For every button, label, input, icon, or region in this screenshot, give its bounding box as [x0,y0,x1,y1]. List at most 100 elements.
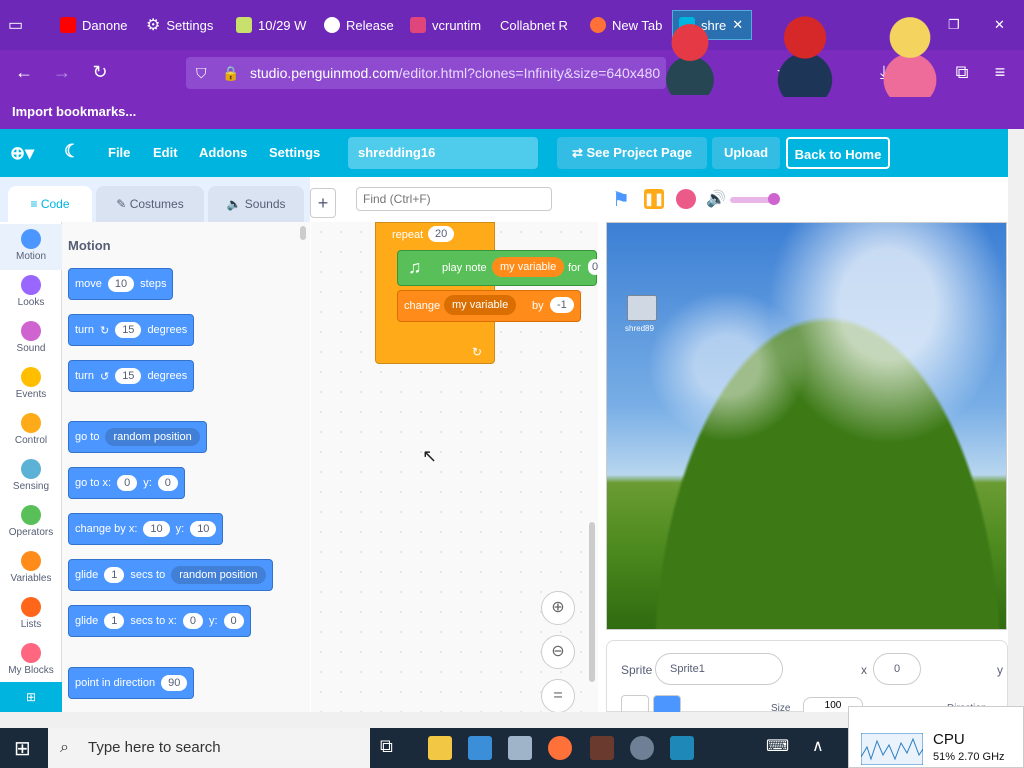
app-icon-3[interactable] [630,736,654,760]
control-dot-icon [21,413,41,433]
zoom-reset-button[interactable]: = [541,679,575,713]
upload-button[interactable]: Upload [712,137,780,169]
category-looks[interactable]: Looks [0,270,62,316]
block-go-to-xy[interactable]: go to x: 0 y: 0 [68,467,185,499]
restore-icon: ❐ [948,17,960,32]
category-lists[interactable]: Lists [0,592,62,638]
hide-sprite-toggle[interactable] [653,695,681,713]
tab-vcruntim[interactable]: vcruntim [410,10,482,40]
green-flag-button[interactable]: ⚑ [612,187,630,212]
play-note-block[interactable]: ♫ play note my variable for 0 [397,250,603,286]
zoom-out-button[interactable]: ⊖ [541,635,575,669]
windows-start-button[interactable]: ⊞ [14,736,31,761]
sensing-dot-icon [21,459,41,479]
palette-scrollbar[interactable] [300,226,306,240]
show-sprite-toggle[interactable] [621,695,649,713]
menu-addons[interactable]: Addons [199,145,247,160]
back-button[interactable]: ← [12,60,36,84]
block-turn-left[interactable]: turn ↺ 15 degrees [68,360,195,392]
reload-button[interactable]: ↻ [88,60,112,84]
category-sound[interactable]: Sound [0,316,62,362]
block-go-to[interactable]: go to random position [68,421,207,453]
events-dot-icon [21,367,41,387]
menu-edit[interactable]: Edit [153,145,178,160]
import-bookmarks-link[interactable]: Import bookmarks... [12,104,136,119]
add-extension-button[interactable]: + [310,188,336,218]
see-project-page-button[interactable]: ⇄ See Project Page [557,137,707,169]
extensions-button[interactable]: ⧉ [950,60,974,84]
motion-dot-icon [21,229,41,249]
page-vertical-scrollbar[interactable] [1008,129,1024,712]
app-icon-4[interactable] [670,736,694,760]
tab-overview-button[interactable]: ▭ [8,10,38,40]
volume-icon: 🔊 [706,191,726,208]
close-tab-icon[interactable]: ✕ [732,17,743,33]
theme-moon-icon[interactable]: ☾ [64,141,80,162]
tab-release[interactable]: Release [324,10,404,40]
tab-danone[interactable]: Danone [60,10,150,40]
pause-button[interactable]: ❚❚ [644,189,664,209]
plus-icon: + [317,193,329,213]
restore-window-button[interactable]: ❐ [948,10,968,40]
stop-button[interactable] [676,189,696,209]
category-motion[interactable]: Motion [0,224,62,270]
back-to-home-button[interactable]: Back to Home [786,137,890,169]
category-my-blocks[interactable]: My Blocks [0,638,62,684]
sprite-x-input[interactable] [873,653,921,685]
script-scrollbar[interactable] [589,522,595,682]
computer-desktop-icon [627,295,657,321]
category-variables[interactable]: Variables [0,546,62,592]
firefox-taskbar-icon[interactable] [548,736,572,760]
zoom-in-button[interactable]: ⊕ [541,591,575,625]
speaker-icon: 🔈 [226,197,242,211]
tab-1029w[interactable]: 10/29 W [236,10,316,40]
page-horizontal-scrollbar[interactable] [0,712,848,728]
forward-button[interactable]: → [50,60,74,84]
block-move-steps[interactable]: move 10 steps [68,268,174,300]
language-globe-icon[interactable]: ⊕▾ [10,143,34,164]
change-variable-block[interactable]: change my variable by -1 [397,290,581,322]
keyboard-icon[interactable]: ⌨ [766,736,790,760]
tab-code[interactable]: ≡ Code [8,186,92,222]
youtube-icon [60,17,76,33]
flag-icon: ⚑ [612,189,630,211]
tray-chevron-up-icon[interactable]: ∧ [812,736,836,760]
find-input[interactable] [356,187,552,211]
volume-slider-knob[interactable] [768,193,780,205]
tab-settings[interactable]: ⚙ Settings [146,10,236,40]
equals-icon: = [553,687,563,704]
menu-button[interactable]: ≡ [988,60,1012,84]
bookmarks-bar: Import bookmarks... [0,94,1024,129]
cpu-monitor-widget: CPU 51% 2.70 GHz [848,706,1024,768]
block-point-in-direction[interactable]: point in direction 90 [68,667,195,699]
url-bar[interactable]: ⛉ 🔒 studio.penguinmod.com/editor.html?cl… [186,57,666,89]
category-control[interactable]: Control [0,408,62,454]
block-glide-xy[interactable]: glide 1 secs to x: 0 y: 0 [68,605,251,637]
tab-collabnet[interactable]: Collabnet R [500,10,570,40]
block-glide-random[interactable]: glide 1 secs to random position [68,559,273,591]
tab-costumes[interactable]: ✎ Costumes [96,186,204,222]
menu-file[interactable]: File [108,145,130,160]
block-change-by-xy[interactable]: change by x: 10 y: 10 [68,513,224,545]
category-operators[interactable]: Operators [0,500,62,546]
search-icon: ⌕ [60,739,69,756]
tab-sounds[interactable]: 🔈 Sounds [208,186,304,222]
add-extension-bottom-button[interactable]: ⊞ [0,682,62,712]
music-note-icon: ♫ [408,257,422,277]
app-icon-2[interactable] [590,736,614,760]
tab-new-tab[interactable]: New Tab [590,10,666,40]
taskbar-search-box[interactable]: ⌕ Type here to search [48,728,370,768]
category-events[interactable]: Events [0,362,62,408]
tab-strip: ▭ Danone ⚙ Settings 10/29 W Release vcru… [0,0,1024,50]
block-turn-right[interactable]: turn ↻ 15 degrees [68,314,195,346]
sprite-name-input[interactable] [655,653,783,685]
file-explorer-icon[interactable] [428,736,452,760]
store-icon[interactable] [468,736,492,760]
task-view-icon[interactable]: ⧉ [380,736,404,760]
close-window-button[interactable]: ✕ [994,10,1014,40]
project-title-input[interactable]: shredding16 [348,137,538,169]
stage-canvas[interactable]: shred89 [606,222,1007,630]
app-icon-1[interactable] [508,736,532,760]
menu-settings[interactable]: Settings [269,145,320,160]
category-sensing[interactable]: Sensing [0,454,62,500]
